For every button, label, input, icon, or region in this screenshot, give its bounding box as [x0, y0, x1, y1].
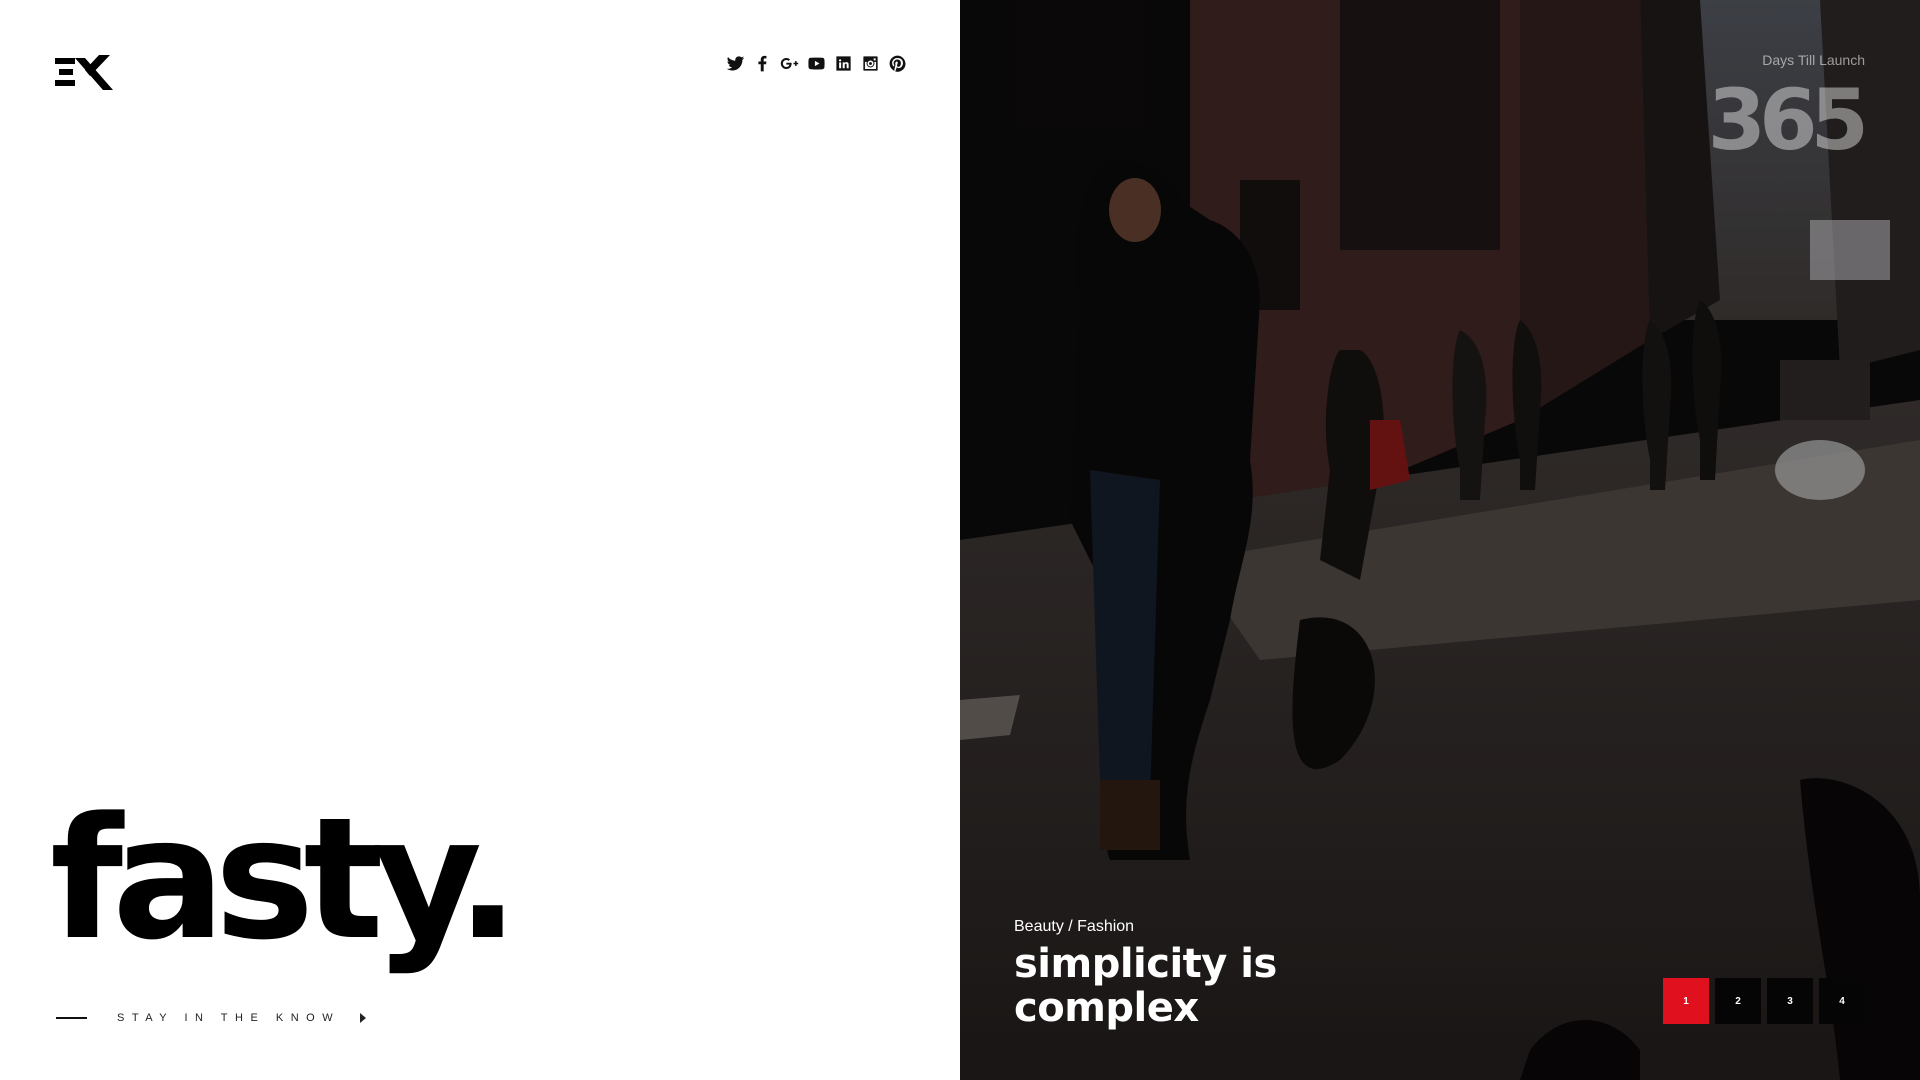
pager-button-1[interactable]: 1	[1663, 978, 1709, 1024]
linkedin-link[interactable]	[830, 52, 857, 74]
facebook-link[interactable]	[749, 52, 776, 74]
pager-button-3[interactable]: 3	[1767, 978, 1813, 1024]
youtube-link[interactable]	[803, 52, 830, 74]
instagram-icon	[863, 55, 878, 71]
slide-caption: Beauty / Fashion simplicity is complex	[1014, 918, 1277, 1030]
countdown-value: 365	[1707, 71, 1869, 169]
slide-pager: 1 2 3 4	[1663, 978, 1865, 1024]
pager-button-2[interactable]: 2	[1715, 978, 1761, 1024]
pager-button-4[interactable]: 4	[1819, 978, 1865, 1024]
google-plus-icon	[780, 57, 799, 69]
slide-headline-line2: complex	[1014, 985, 1199, 1031]
slide-category[interactable]: Beauty / Fashion	[1014, 918, 1277, 936]
stay-in-the-know-link[interactable]: STAY IN THE KNOW	[56, 1012, 367, 1024]
countdown-label: Days Till Launch	[1762, 52, 1865, 68]
hero-image-panel: Days Till Launch 365 Beauty / Fashion si…	[960, 0, 1920, 1080]
slide-headline-line1: simplicity is	[1014, 941, 1277, 987]
cta-dash	[56, 1017, 87, 1019]
instagram-link[interactable]	[857, 52, 884, 74]
facebook-icon	[758, 55, 767, 71]
brand-wordmark: fasty.	[50, 781, 520, 977]
social-links	[722, 52, 911, 74]
twitter-icon	[726, 55, 745, 70]
youtube-icon	[808, 57, 825, 69]
ex-logo-icon[interactable]	[55, 52, 115, 92]
pinterest-link[interactable]	[884, 52, 911, 74]
cta-label: STAY IN THE KNOW	[117, 1012, 341, 1024]
caret-right-icon	[360, 1013, 367, 1023]
pinterest-icon	[889, 55, 906, 72]
launch-countdown: Days Till Launch 365	[1707, 52, 1869, 169]
twitter-link[interactable]	[722, 52, 749, 74]
left-panel: fasty. STAY IN THE KNOW	[0, 0, 960, 1080]
google-plus-link[interactable]	[776, 52, 803, 74]
linkedin-icon	[836, 55, 851, 71]
slide-headline[interactable]: simplicity is complex	[1014, 942, 1277, 1030]
